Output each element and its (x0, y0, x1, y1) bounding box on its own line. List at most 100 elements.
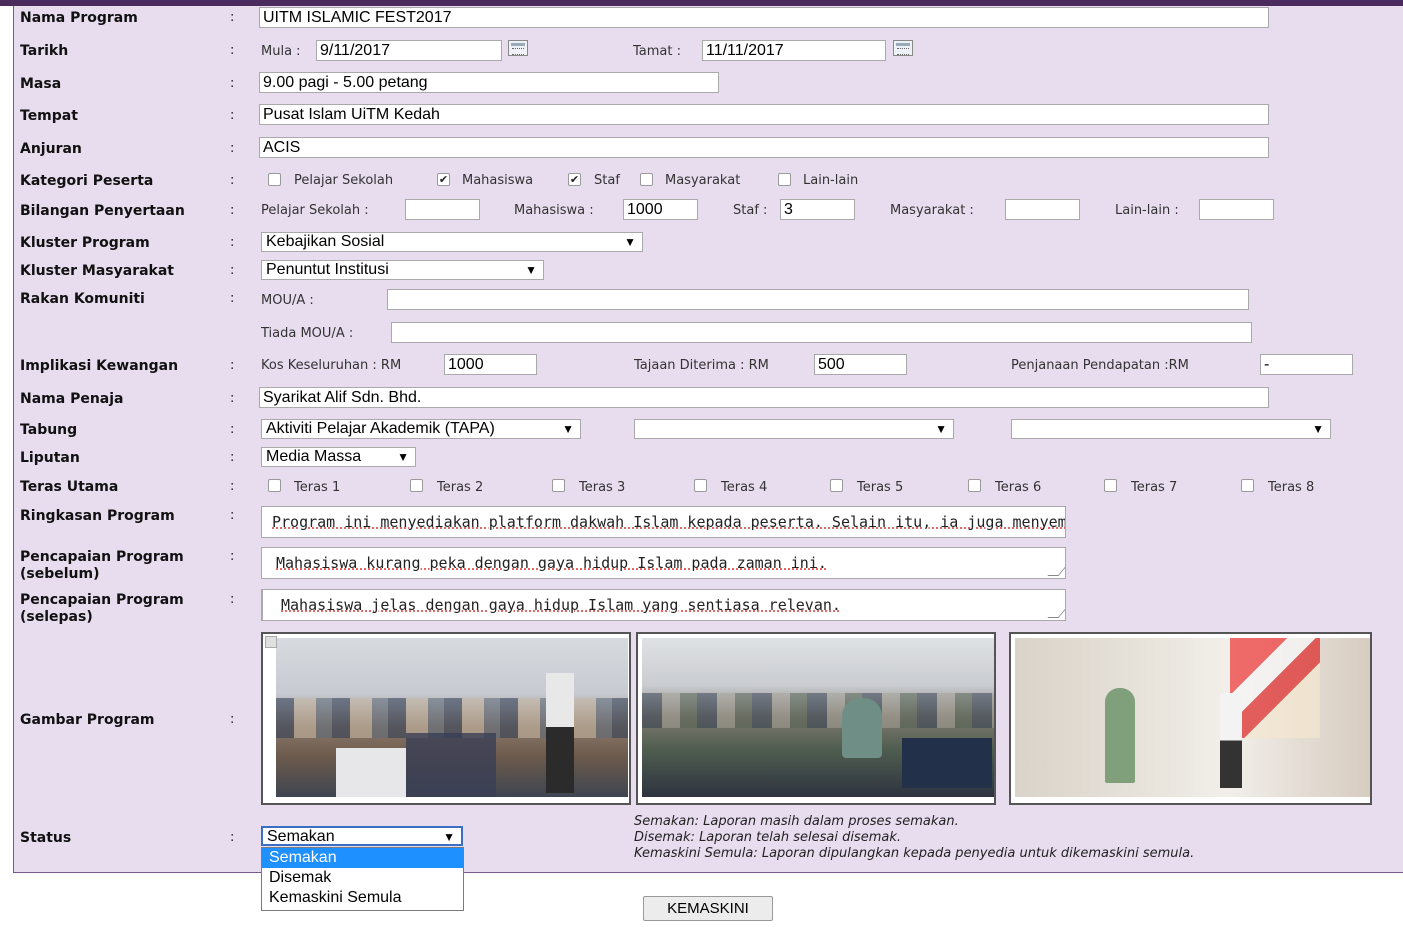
chevron-down-icon: ▼ (935, 422, 947, 436)
nama-penaja-input[interactable]: Syarikat Alif Sdn. Bhd. (259, 387, 1269, 408)
stage-photo (1015, 638, 1370, 797)
liputan-select[interactable]: Media Massa ▼ (261, 447, 416, 467)
checkbox-masyarakat[interactable] (640, 173, 653, 186)
colon: : (230, 508, 235, 523)
checkbox-staf[interactable]: ✔ (568, 173, 581, 186)
colon: : (230, 173, 235, 188)
tarikh-mula-input[interactable]: 9/11/2017 (316, 40, 502, 61)
status-option-semakan[interactable]: Semakan (262, 848, 463, 868)
checkbox-teras-2[interactable] (410, 479, 423, 492)
tamat-label: Tamat : (633, 44, 681, 59)
bilangan-lain-lain-input[interactable] (1199, 199, 1274, 220)
colon: : (230, 263, 235, 278)
bilangan-item-label: Pelajar Sekolah : (261, 203, 369, 218)
kategori-option-label: Staf (594, 173, 620, 188)
colon: : (230, 592, 235, 607)
penjanaan-input[interactable]: - (1260, 354, 1353, 375)
checkbox-teras-4[interactable] (694, 479, 707, 492)
tabung-select-2[interactable]: ▼ (634, 419, 954, 439)
label-nama-penaja: Nama Penaja (20, 391, 124, 407)
status-option-kemaskini-semula[interactable]: Kemaskini Semula (262, 888, 463, 908)
calendar-icon[interactable] (508, 40, 528, 56)
tempat-input[interactable]: Pusat Islam UiTM Kedah (259, 104, 1269, 125)
bilangan-item-label: Masyarakat : (890, 203, 974, 218)
chevron-down-icon: ▼ (624, 235, 636, 249)
masa-input[interactable]: 9.00 pagi - 5.00 petang (259, 72, 719, 93)
resize-grip-icon[interactable] (1047, 607, 1065, 618)
checkbox-teras-3[interactable] (552, 479, 565, 492)
kos-input[interactable]: 1000 (444, 354, 537, 375)
program-photo-3[interactable] (1009, 632, 1372, 805)
kategori-option-label: Lain-lain (803, 173, 859, 188)
chevron-down-icon: ▼ (1312, 422, 1324, 436)
checkbox-teras-1[interactable] (268, 479, 281, 492)
kluster-program-value: Kebajikan Sosial (266, 233, 385, 250)
label-kategori-peserta: Kategori Peserta (20, 173, 154, 189)
teras-label: Teras 6 (995, 480, 1042, 495)
colon: : (230, 450, 235, 465)
tabung-select-1[interactable]: Aktiviti Pelajar Akademik (TAPA) ▼ (261, 419, 581, 439)
kluster-program-select[interactable]: Kebajikan Sosial ▼ (261, 232, 643, 252)
checkbox-mahasiswa[interactable]: ✔ (437, 173, 450, 186)
checkbox-teras-8[interactable] (1241, 479, 1254, 492)
mula-label: Mula : (261, 44, 301, 59)
pencapaian-selepas-textarea[interactable]: Mahasiswa jelas dengan gaya hidup Islam … (261, 589, 1066, 621)
anjuran-input[interactable]: ACIS (259, 137, 1269, 158)
label-kluster-program: Kluster Program (20, 235, 150, 251)
colon: : (230, 203, 235, 218)
colon: : (230, 422, 235, 437)
checkbox-teras-5[interactable] (830, 479, 843, 492)
ringkasan-textarea[interactable]: Program ini menyediakan platform dakwah … (261, 506, 1066, 538)
kemaskini-button[interactable]: KEMASKINI (643, 896, 773, 921)
chevron-down-icon: ▼ (397, 450, 409, 464)
mou-label: MOU/A : (261, 293, 314, 308)
checkbox-pelajar-sekolah[interactable] (268, 173, 281, 186)
checkbox-teras-7[interactable] (1104, 479, 1117, 492)
teras-label: Teras 5 (857, 480, 904, 495)
chevron-down-icon: ▼ (443, 830, 455, 844)
label-pencapaian-sebelum: Pencapaian Program (20, 549, 184, 565)
kos-label: Kos Keseluruhan : RM (261, 358, 402, 373)
status-note: Disemak: Laporan telah selesai disemak. (634, 830, 901, 845)
nama-program-input[interactable]: UITM ISLAMIC FEST2017 (259, 7, 1269, 28)
label-tempat: Tempat (20, 108, 78, 124)
teras-label: Teras 1 (294, 480, 341, 495)
kluster-masyarakat-select[interactable]: Penuntut Institusi ▼ (261, 260, 544, 280)
status-option-disemak[interactable]: Disemak (262, 868, 463, 888)
pencapaian-selepas-text: Mahasiswa jelas dengan gaya hidup Islam … (281, 596, 841, 614)
mou-input[interactable] (387, 289, 1249, 310)
checkbox-teras-6[interactable] (968, 479, 981, 492)
calendar-icon[interactable] (893, 40, 913, 56)
label-teras-utama: Teras Utama (20, 479, 119, 495)
label-status: Status (20, 830, 72, 846)
tajaan-input[interactable]: 500 (814, 354, 907, 375)
pencapaian-sebelum-textarea[interactable]: Mahasiswa kurang peka dengan gaya hidup … (261, 547, 1066, 579)
label-pencapaian-selepas: Pencapaian Program (20, 592, 184, 608)
label-pencapaian-sebelum-sub: (sebelum) (20, 566, 100, 582)
tabung-select-3[interactable]: ▼ (1011, 419, 1331, 439)
program-photo-2[interactable] (636, 632, 996, 805)
colon: : (230, 712, 235, 727)
teras-label: Teras 4 (721, 480, 768, 495)
bilangan-staf-input[interactable]: 3 (780, 199, 855, 220)
status-select[interactable]: Semakan ▼ (261, 826, 463, 846)
bilangan-pelajar-sekolah-input[interactable] (405, 199, 480, 220)
label-tarikh: Tarikh (20, 43, 69, 59)
broken-image-icon (265, 636, 277, 648)
status-note: Semakan: Laporan masih dalam proses sema… (634, 814, 959, 829)
label-ringkasan-program: Ringkasan Program (20, 508, 175, 524)
bilangan-mahasiswa-input[interactable]: 1000 (623, 199, 698, 220)
tiada-mou-input[interactable] (391, 322, 1252, 343)
program-photo-1[interactable] (261, 632, 631, 805)
resize-grip-icon[interactable] (1047, 565, 1065, 576)
tarikh-tamat-input[interactable]: 11/11/2017 (702, 40, 886, 61)
chevron-down-icon: ▼ (525, 263, 537, 277)
colon: : (230, 10, 235, 25)
bilangan-masyarakat-input[interactable] (1005, 199, 1080, 220)
classroom-photo (642, 638, 994, 797)
status-value: Semakan (267, 828, 335, 845)
checkbox-lain-lain[interactable] (778, 173, 791, 186)
colon: : (230, 830, 235, 845)
kategori-option-label: Pelajar Sekolah (294, 173, 394, 188)
colon: : (230, 358, 235, 373)
